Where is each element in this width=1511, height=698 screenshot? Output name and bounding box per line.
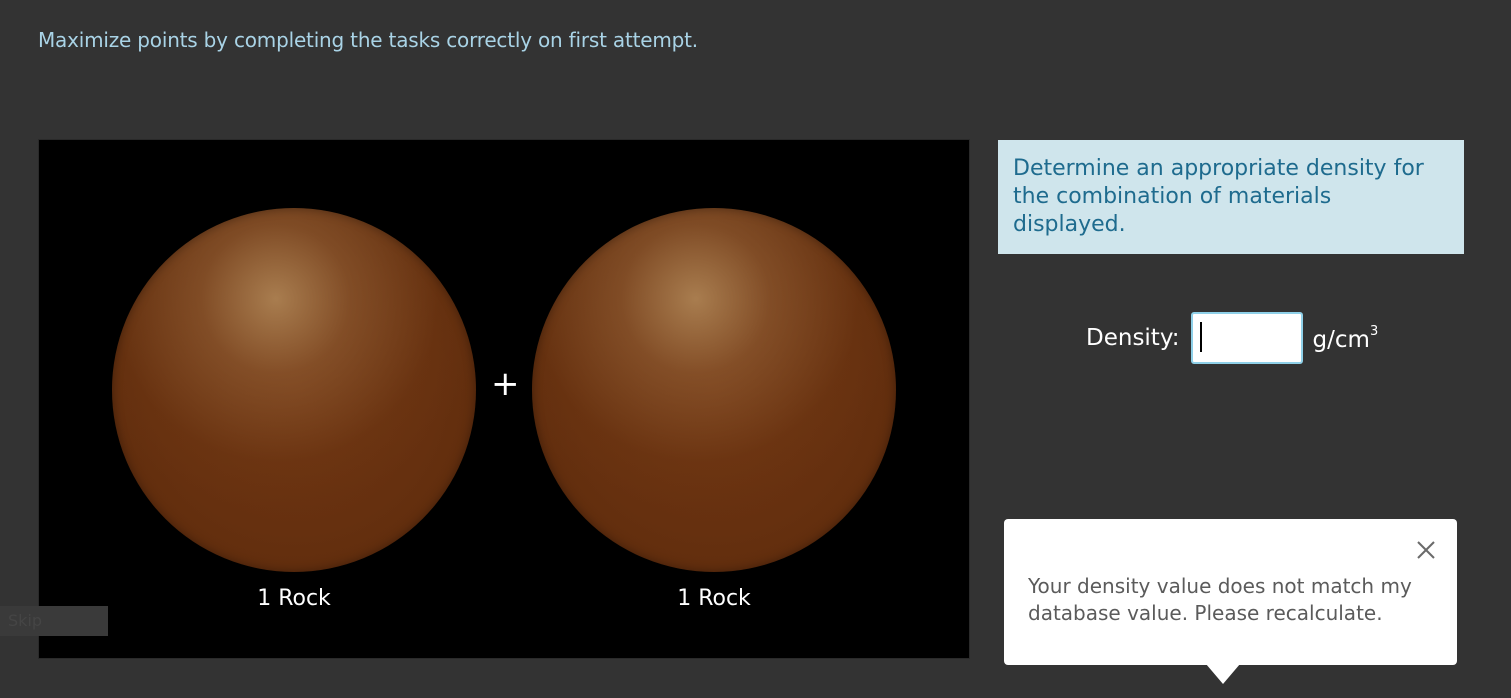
unit-exponent: 3 xyxy=(1369,324,1379,340)
density-entry: Density: g/cm3 xyxy=(1086,312,1378,364)
rock-sphere-left xyxy=(112,208,476,572)
tooltip-message: Your density value does not match my dat… xyxy=(1028,574,1412,625)
close-icon[interactable] xyxy=(1415,539,1437,561)
rock-label-left: 1 Rock xyxy=(257,586,331,611)
rock-sphere-right xyxy=(532,208,896,572)
feedback-tooltip: Your density value does not match my dat… xyxy=(1004,519,1457,665)
task-prompt: Determine an appropriate density for the… xyxy=(998,140,1464,254)
activity-page: Maximize points by completing the tasks … xyxy=(0,0,1511,698)
plus-operator: + xyxy=(491,364,520,404)
density-label: Density: xyxy=(1086,325,1180,351)
instruction-text: Maximize points by completing the tasks … xyxy=(38,28,698,52)
unit-base: g/cm xyxy=(1312,327,1370,353)
material-stage: + 1 Rock 1 Rock xyxy=(38,139,970,659)
faint-skip-chip[interactable]: Skip xyxy=(0,606,108,636)
density-input[interactable] xyxy=(1190,312,1303,364)
tooltip-pointer xyxy=(1206,664,1240,684)
rock-label-right: 1 Rock xyxy=(677,586,751,611)
density-unit: g/cm3 xyxy=(1312,324,1379,353)
text-caret xyxy=(1200,322,1202,352)
